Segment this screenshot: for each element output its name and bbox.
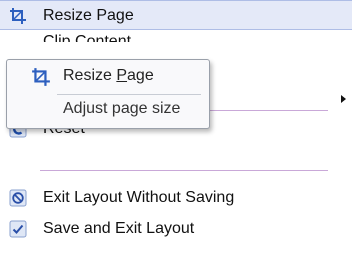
menu-item-clip-content[interactable]: Clip Content: [43, 33, 131, 42]
menu-separator: [40, 170, 328, 171]
submenu-arrow-icon: [341, 95, 346, 103]
menu-item-resize-page[interactable]: Resize Page: [0, 0, 352, 30]
menu-item-label: Resize Page: [43, 7, 134, 24]
menu-item-label: Save and Exit Layout: [43, 220, 195, 237]
resize-page-tooltip: Resize Page Adjust page size: [6, 59, 210, 129]
tooltip-title: Resize Page: [63, 67, 154, 84]
menu-item-label: Exit Layout Without Saving: [43, 189, 235, 206]
crop-resize-icon: [32, 68, 50, 86]
crop-resize-icon: [10, 8, 26, 24]
menu-item-exit-without-saving[interactable]: Exit Layout Without Saving: [0, 183, 352, 213]
menu-item-save-and-exit[interactable]: Save and Exit Layout: [0, 214, 352, 244]
cancel-icon: [9, 189, 27, 207]
layout-context-menu: Resize Page Clip Content Reset Exit Layo…: [0, 0, 352, 253]
tooltip-description: Adjust page size: [63, 100, 181, 117]
save-check-icon: [9, 220, 27, 238]
accelerator-key: P: [116, 67, 128, 84]
tooltip-divider: [57, 94, 201, 95]
